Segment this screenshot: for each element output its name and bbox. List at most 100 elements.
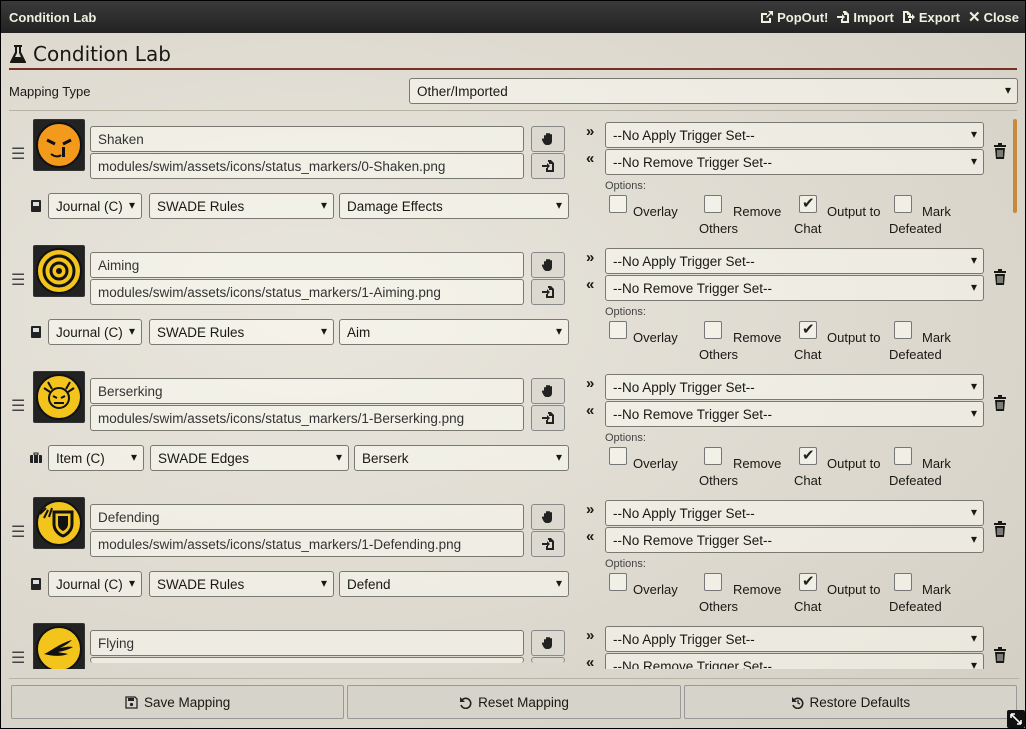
icon-path-input[interactable]: modules/swim/assets/icons/status_markers… — [90, 531, 524, 557]
save-icon — [125, 695, 138, 709]
condition-row: ☰ Aiming modules/swim/assets/icons/status_… — [9, 243, 1009, 369]
save-mapping-button[interactable]: Save Mapping — [11, 685, 345, 719]
mapping-type-select[interactable]: Other/Imported — [409, 78, 1018, 104]
mark-defeated-checkbox[interactable] — [894, 321, 912, 339]
compendium-select[interactable]: SWADE Rules — [149, 571, 334, 597]
remove-others-checkbox[interactable] — [704, 321, 722, 339]
apply-trigger-value: --No Apply Trigger Set-- — [613, 127, 755, 143]
condition-config-button[interactable] — [531, 378, 565, 404]
condition-name-input[interactable]: Flying — [90, 630, 524, 656]
trash-icon[interactable] — [993, 647, 1007, 663]
condition-config-button[interactable] — [531, 126, 565, 152]
drag-handle-icon[interactable]: ☰ — [11, 522, 25, 542]
icon-path-input[interactable]: modules/swim/assets/icons/status_markers… — [90, 279, 524, 305]
remove-others-checkbox[interactable] — [704, 195, 722, 213]
window-titlebar[interactable]: Condition Lab PopOut! Import Export ✕ Cl… — [1, 1, 1025, 33]
condition-config-button[interactable] — [531, 630, 565, 656]
reference-type-select[interactable]: Journal (C) — [48, 193, 142, 219]
file-picker-button[interactable] — [531, 657, 565, 663]
apply-trigger-value: --No Apply Trigger Set-- — [613, 631, 755, 647]
trash-icon[interactable] — [993, 143, 1007, 159]
remove-trigger-select[interactable]: --No Remove Trigger Set-- — [605, 149, 984, 175]
remove-trigger-select[interactable]: --No Remove Trigger Set-- — [605, 401, 984, 427]
entry-select[interactable]: Berserk — [354, 445, 569, 471]
overlay-checkbox[interactable] — [609, 447, 627, 465]
condition-name-input[interactable]: Aiming — [90, 252, 524, 278]
remove-trigger-select[interactable]: --No Remove Trigger Set-- — [605, 527, 984, 553]
remove-others-checkbox[interactable] — [704, 447, 722, 465]
condition-list: ☰ Shaken modules/swim/assets/icons/status_… — [9, 115, 1009, 669]
condition-config-button[interactable] — [531, 504, 565, 530]
mark-defeated-label-line2: Defeated — [889, 347, 942, 362]
close-button[interactable]: ✕ Close — [968, 8, 1019, 26]
output-chat-checkbox[interactable] — [799, 194, 817, 213]
reference-type-select[interactable]: Item (C) — [48, 445, 144, 471]
overlay-checkbox[interactable] — [609, 573, 627, 591]
mapping-type-label: Mapping Type — [9, 83, 91, 99]
remove-others-label-line1: Remove — [733, 330, 782, 345]
icon-path-value: modules/swim/assets/icons/status_markers… — [98, 284, 441, 300]
drag-handle-icon[interactable]: ☰ — [11, 648, 25, 668]
mark-defeated-label-line1: Mark — [922, 582, 951, 597]
compendium-value: SWADE Rules — [157, 324, 245, 340]
drag-handle-icon[interactable]: ☰ — [11, 396, 25, 416]
apply-trigger-select[interactable]: --No Apply Trigger Set-- — [605, 248, 984, 274]
resize-handle[interactable] — [1007, 710, 1025, 728]
entry-value: Berserk — [362, 450, 409, 466]
icon-path-input[interactable] — [90, 657, 524, 663]
popout-button[interactable]: PopOut! — [760, 10, 828, 25]
output-chat-checkbox[interactable] — [799, 446, 817, 465]
import-button[interactable]: Import — [836, 10, 894, 25]
mark-defeated-checkbox[interactable] — [894, 573, 912, 591]
restore-defaults-button[interactable]: Restore Defaults — [683, 685, 1017, 719]
journal-icon — [29, 577, 43, 591]
hand-icon — [541, 259, 552, 271]
reference-type-select[interactable]: Journal (C) — [48, 319, 142, 345]
file-picker-button[interactable] — [531, 405, 565, 431]
reference-type-select[interactable]: Journal (C) — [48, 571, 142, 597]
drag-handle-icon[interactable]: ☰ — [11, 270, 25, 290]
file-picker-button[interactable] — [531, 153, 565, 179]
export-button[interactable]: Export — [902, 10, 960, 25]
condition-row: ☰ Berserking modules/swim/assets/icons/sta… — [9, 369, 1009, 495]
page-header: Condition Lab — [9, 40, 1017, 70]
output-chat-label-line2: Chat — [794, 347, 822, 362]
apply-trigger-select[interactable]: --No Apply Trigger Set-- — [605, 500, 984, 526]
entry-select[interactable]: Aim — [339, 319, 569, 345]
overlay-checkbox[interactable] — [609, 321, 627, 339]
output-chat-checkbox[interactable] — [799, 572, 817, 591]
trash-icon[interactable] — [993, 521, 1007, 537]
trash-icon[interactable] — [993, 395, 1007, 411]
file-picker-button[interactable] — [531, 531, 565, 557]
drag-handle-icon[interactable]: ☰ — [11, 144, 25, 164]
apply-trigger-select[interactable]: --No Apply Trigger Set-- — [605, 374, 984, 400]
scrollbar-thumb[interactable] — [1013, 119, 1017, 213]
condition-config-button[interactable] — [531, 252, 565, 278]
icon-path-input[interactable]: modules/swim/assets/icons/status_markers… — [90, 153, 524, 179]
apply-trigger-select[interactable]: --No Apply Trigger Set-- — [605, 122, 984, 148]
trash-icon[interactable] — [993, 269, 1007, 285]
condition-name-input[interactable]: Defending — [90, 504, 524, 530]
output-chat-label-line2: Chat — [794, 473, 822, 488]
file-picker-button[interactable] — [531, 279, 565, 305]
mapping-type-value: Other/Imported — [417, 83, 508, 99]
apply-trigger-value: --No Apply Trigger Set-- — [613, 253, 755, 269]
reset-mapping-button[interactable]: Reset Mapping — [347, 685, 681, 719]
icon-path-input[interactable]: modules/swim/assets/icons/status_markers… — [90, 405, 524, 431]
output-chat-checkbox[interactable] — [799, 320, 817, 339]
remove-trigger-select[interactable]: --No Remove Trigger Set-- — [605, 653, 984, 669]
mark-defeated-checkbox[interactable] — [894, 447, 912, 465]
mark-defeated-checkbox[interactable] — [894, 195, 912, 213]
compendium-select[interactable]: SWADE Rules — [149, 319, 334, 345]
remove-trigger-select[interactable]: --No Remove Trigger Set-- — [605, 275, 984, 301]
compendium-select[interactable]: SWADE Rules — [149, 193, 334, 219]
apply-trigger-select[interactable]: --No Apply Trigger Set-- — [605, 626, 984, 652]
entry-select[interactable]: Defend — [339, 571, 569, 597]
remove-others-checkbox[interactable] — [704, 573, 722, 591]
condition-name-input[interactable]: Berserking — [90, 378, 524, 404]
apply-trigger-value: --No Apply Trigger Set-- — [613, 505, 755, 521]
overlay-checkbox[interactable] — [609, 195, 627, 213]
compendium-select[interactable]: SWADE Edges — [150, 445, 349, 471]
entry-select[interactable]: Damage Effects — [339, 193, 569, 219]
condition-name-input[interactable]: Shaken — [90, 126, 524, 152]
